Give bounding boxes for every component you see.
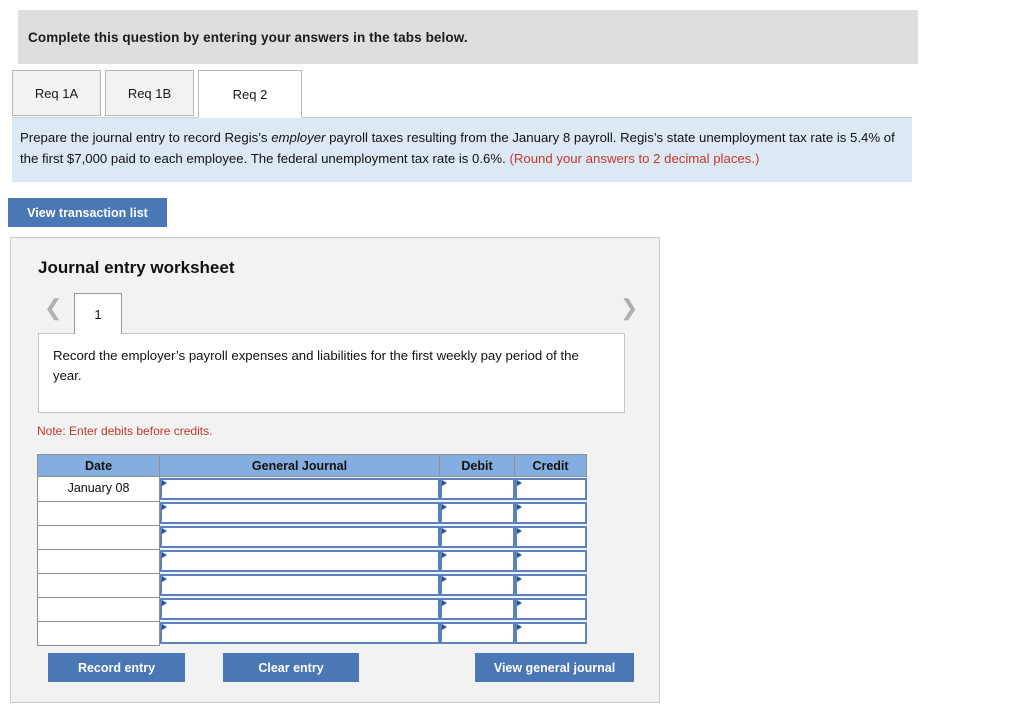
chevron-right-icon[interactable]: ❯: [620, 297, 638, 319]
date-cell: [37, 620, 160, 646]
credit-input-3[interactable]: [514, 525, 587, 548]
credit-cell: [514, 573, 587, 597]
chevron-left-icon[interactable]: ❮: [44, 297, 62, 319]
table-row: [37, 548, 587, 574]
worksheet-title: Journal entry worksheet: [38, 258, 235, 277]
credit-input-6[interactable]: [514, 597, 587, 620]
debit-input-5[interactable]: [439, 573, 515, 596]
instruction-panel: Prepare the journal entry to record Regi…: [12, 118, 912, 182]
table-row: [37, 524, 587, 550]
requirement-tabs: Req 1A Req 1B Req 2: [12, 70, 912, 118]
banner-text: Complete this question by entering your …: [28, 29, 468, 45]
table-row: [37, 596, 587, 622]
credit-cell: [514, 525, 587, 549]
credit-cell: [514, 477, 587, 502]
table-row: [37, 620, 587, 646]
debit-input-6[interactable]: [439, 597, 515, 620]
general-journal-cell: [160, 525, 440, 549]
general-journal-cell: [160, 597, 440, 621]
date-cell: [37, 548, 160, 574]
general-journal-input-7[interactable]: [160, 621, 440, 644]
tab-req-1b[interactable]: Req 1B: [105, 70, 194, 116]
instruction-text-part1: Prepare the journal entry to record Regi…: [20, 130, 272, 145]
column-header-credit: Credit: [514, 454, 587, 477]
general-journal-input-2[interactable]: [160, 501, 440, 524]
worksheet-page-tab-1-label: 1: [94, 306, 102, 322]
debit-cell: [439, 477, 515, 502]
debit-input-3[interactable]: [439, 525, 515, 548]
general-journal-input-5[interactable]: [160, 573, 440, 596]
tab-req-2[interactable]: Req 2: [198, 70, 302, 118]
credit-cell: [514, 597, 587, 621]
credit-cell: [514, 621, 587, 645]
column-header-general-journal: General Journal: [159, 454, 440, 477]
date-cell: [37, 572, 160, 598]
debit-input-1[interactable]: [439, 477, 515, 500]
general-journal-input-4[interactable]: [160, 549, 440, 572]
credit-cell: [514, 501, 587, 525]
column-header-date: Date: [37, 454, 160, 477]
general-journal-input-1[interactable]: [160, 477, 440, 500]
credit-input-7[interactable]: [514, 621, 587, 644]
table-row: [37, 572, 587, 598]
general-journal-cell: [160, 549, 440, 573]
date-cell: [37, 596, 160, 622]
worksheet-description: Record the employer’s payroll expenses a…: [38, 333, 625, 413]
clear-entry-button[interactable]: Clear entry: [223, 653, 359, 682]
view-transaction-list-button[interactable]: View transaction list: [8, 198, 167, 227]
debit-cell: [439, 501, 515, 525]
date-cell: [37, 500, 160, 526]
journal-entry-worksheet-panel: Journal entry worksheet ❮ ❯ 1 Record the…: [10, 237, 660, 703]
debit-input-2[interactable]: [439, 501, 515, 524]
table-row: [37, 500, 587, 526]
question-banner: Complete this question by entering your …: [18, 10, 918, 64]
credit-input-2[interactable]: [514, 501, 587, 524]
debit-cell: [439, 597, 515, 621]
table-header-row: Date General Journal Debit Credit: [37, 454, 587, 477]
general-journal-cell: [160, 621, 440, 645]
credit-input-1[interactable]: [514, 477, 587, 500]
debit-input-7[interactable]: [439, 621, 515, 644]
instruction-emphasis: employer: [271, 130, 326, 145]
worksheet-page-tab-1[interactable]: 1: [74, 293, 122, 334]
date-cell: [37, 524, 160, 550]
debit-cell: [439, 549, 515, 573]
date-cell: January 08: [37, 476, 160, 502]
general-journal-cell: [160, 501, 440, 525]
general-journal-input-3[interactable]: [160, 525, 440, 548]
general-journal-cell: [160, 573, 440, 597]
tab-req-1a-label: Req 1A: [34, 85, 79, 101]
general-journal-input-6[interactable]: [160, 597, 440, 620]
tab-req-1b-label: Req 1B: [127, 85, 172, 101]
tab-req-2-label: Req 2: [232, 86, 268, 102]
debit-input-4[interactable]: [439, 549, 515, 572]
debit-cell: [439, 525, 515, 549]
instruction-rounding-note: (Round your answers to 2 decimal places.…: [509, 150, 760, 166]
credit-cell: [514, 549, 587, 573]
debit-cell: [439, 621, 515, 645]
column-header-debit: Debit: [439, 454, 515, 477]
view-general-journal-button[interactable]: View general journal: [475, 653, 634, 682]
worksheet-note: Note: Enter debits before credits.: [37, 424, 213, 438]
general-journal-cell: [160, 477, 440, 502]
tab-req-1a[interactable]: Req 1A: [12, 70, 101, 116]
journal-entry-table: Date General Journal Debit Credit Januar…: [37, 454, 587, 646]
record-entry-button[interactable]: Record entry: [48, 653, 185, 682]
debit-cell: [439, 573, 515, 597]
credit-input-4[interactable]: [514, 549, 587, 572]
table-row: January 08: [37, 476, 587, 502]
credit-input-5[interactable]: [514, 573, 587, 596]
